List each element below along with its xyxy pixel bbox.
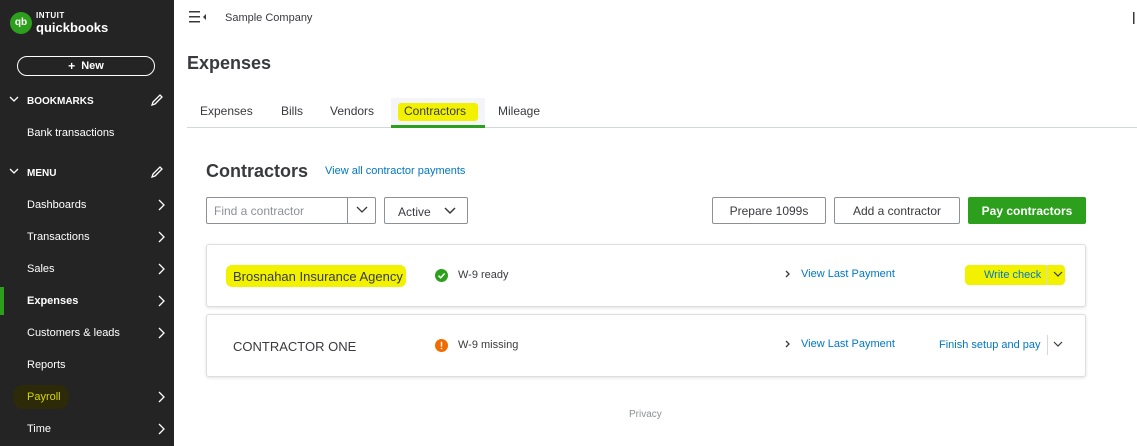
chevron-down-icon [444,207,456,215]
expenses-tabs: Expenses Bills Vendors Contractors Milea… [187,98,1137,128]
sidebar-item-payroll[interactable]: Payroll [0,383,174,411]
chevron-right-icon [158,263,165,275]
sidebar-item-label: Payroll [27,391,61,403]
menu-header[interactable]: MENU [0,163,174,183]
search-input[interactable] [207,198,347,223]
chevron-down-icon [9,168,19,174]
chevron-right-icon [158,423,165,435]
sidebar-item-label: Dashboards [27,199,87,211]
sidebar-item-customers-leads[interactable]: Customers & leads [0,319,174,347]
company-name: Sample Company [225,12,313,24]
status-filter-dropdown[interactable]: Active [384,197,468,224]
caret-right-icon [785,340,790,348]
chevron-right-icon [158,231,165,243]
sidebar-item-label: Reports [27,359,66,371]
tab-bills[interactable]: Bills [281,104,303,118]
new-button[interactable]: + New [17,56,155,76]
contractors-title: Contractors [206,161,309,181]
quickbooks-logo[interactable]: qb INTUIT quickbooks [10,11,108,34]
contractor-name[interactable]: CONTRACTOR ONE [233,339,356,354]
sidebar-item-label: Expenses [27,295,79,307]
sidebar-item-dashboards[interactable]: Dashboards [0,191,174,219]
sidebar-item-label: Time [27,423,52,435]
prepare-1099s-button[interactable]: Prepare 1099s [712,197,826,224]
sidebar-item-label: Transactions [27,231,90,243]
tab-contractors[interactable]: Contractors [404,104,466,118]
tab-vendors[interactable]: Vendors [330,104,374,118]
pay-contractors-button[interactable]: Pay contractors [968,197,1086,224]
sidebar-item-label: Customers & leads [27,327,120,339]
edit-pencil-icon[interactable] [150,93,164,107]
sidebar-item-sales[interactable]: Sales [0,255,174,283]
app-window: qb INTUIT quickbooks + New BOOKMARKS Ban… [0,0,1137,446]
status-filter-value: Active [398,205,431,219]
view-last-payment-link[interactable]: View Last Payment [801,268,895,280]
w9-status: W-9 ready [458,269,509,281]
bookmarks-header[interactable]: BOOKMARKS [0,91,174,111]
chevron-down-icon[interactable] [1053,339,1063,349]
w9-status: W-9 missing [458,339,519,351]
chevron-down-icon [9,96,19,102]
sidebar-item-bank-transactions[interactable]: Bank transactions [0,119,174,147]
overflow-icon[interactable] [1131,10,1137,26]
contractor-search [206,197,376,224]
chevron-right-icon [158,391,165,403]
warning-circle-icon [435,339,448,352]
chevron-down-icon[interactable] [1053,269,1063,279]
page-title: Expenses [187,53,272,73]
top-bar: Sample Company [174,0,1137,40]
sidebar: qb INTUIT quickbooks + New BOOKMARKS Ban… [0,0,174,446]
check-circle-icon [435,269,448,282]
menu-label: MENU [27,167,57,179]
plus-icon: + [68,59,76,73]
caret-right-icon [785,270,790,278]
view-all-contractor-payments-link[interactable]: View all contractor payments [325,165,465,177]
menu-collapse-icon[interactable] [189,10,207,24]
active-tab-indicator [391,125,485,128]
qb-logo-icon: qb [10,11,32,34]
contractor-card: Brosnahan Insurance Agency W-9 ready Vie… [206,244,1086,307]
sidebar-item-expenses[interactable]: Expenses [0,287,174,315]
tab-mileage[interactable]: Mileage [498,104,540,118]
sidebar-item-label: Bank transactions [27,127,115,139]
sidebar-item-label: Sales [27,263,55,275]
view-last-payment-link[interactable]: View Last Payment [801,338,895,350]
chevron-down-icon[interactable] [356,205,368,215]
chevron-right-icon [158,199,165,211]
tab-expenses[interactable]: Expenses [200,104,253,118]
chevron-right-icon [158,327,165,339]
chevron-right-icon [158,295,165,307]
add-contractor-button[interactable]: Add a contractor [834,197,960,224]
write-check-button[interactable]: Write check [984,269,1041,281]
sidebar-item-time[interactable]: Time [0,415,174,443]
privacy-link[interactable]: Privacy [629,409,662,420]
finish-setup-button[interactable]: Finish setup and pay [939,339,1041,351]
sidebar-item-transactions[interactable]: Transactions [0,223,174,251]
sidebar-item-reports[interactable]: Reports [0,351,174,379]
contractor-card: CONTRACTOR ONE W-9 missing View Last Pay… [206,314,1086,377]
bookmarks-label: BOOKMARKS [27,95,94,107]
logo-product-text: quickbooks [36,20,109,35]
edit-pencil-icon[interactable] [150,165,164,179]
contractor-name[interactable]: Brosnahan Insurance Agency [233,269,403,284]
new-button-label: New [81,60,104,72]
